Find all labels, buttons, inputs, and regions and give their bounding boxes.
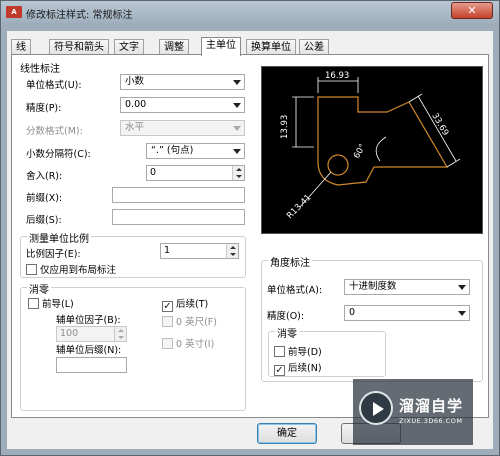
round-off-label: 舍入(R): [26, 171, 63, 182]
trailing-zero-checkbox[interactable]: ✓ 后续(T) [162, 296, 208, 312]
preview-dim-radius: R13.41 [285, 193, 313, 221]
decimal-separator-select[interactable]: “.” (句点) [146, 143, 245, 159]
linear-dimensions-title: 线性标注 [20, 64, 60, 75]
angular-leading-zero-label: 前导(D) [288, 347, 322, 358]
check-icon: ✓ [274, 365, 285, 376]
preview-dim-angle: 60° [352, 142, 368, 160]
window-title: 修改标注样式: 常规标注 [26, 10, 133, 21]
angular-zero-suppression-title: 消零 [275, 325, 299, 340]
tab-alternate-units[interactable]: 换算单位 [246, 39, 296, 55]
fraction-format-label: 分数格式(M): [26, 126, 83, 137]
measurement-scale-title: 测量单位比例 [27, 230, 91, 245]
tab-primary-units[interactable]: 主单位 [201, 37, 241, 56]
angular-precision-label: 精度(O): [267, 311, 305, 322]
angular-trailing-zero-label: 后续(N) [288, 363, 322, 374]
autocad-app-icon: A [6, 6, 22, 18]
angular-unit-format-label: 单位格式(A): [267, 285, 323, 296]
zero-suppression-title: 消零 [27, 281, 51, 296]
preview-dim-diagonal: 33.69 [429, 112, 450, 138]
primary-units-panel: 线性标注 单位格式(U): 小数 精度(P): 0.00 分数格式(M): 水平… [11, 54, 489, 418]
tab-symbols-arrows[interactable]: 符号和箭头 [49, 39, 109, 55]
check-icon: ✓ [162, 301, 173, 312]
precision-value: 0.00 [125, 99, 147, 110]
watermark-name: 溜溜自学 [399, 397, 464, 415]
chevron-down-icon [233, 103, 241, 108]
tab-lines[interactable]: 线 [11, 39, 31, 55]
zero-feet-checkbox[interactable]: 0 英尺(F) [162, 314, 217, 328]
fraction-format-value: 水平 [125, 122, 145, 133]
chevron-down-icon [233, 149, 241, 154]
apply-to-layout-checkbox[interactable]: 仅应用到布局标注 [26, 262, 116, 276]
chevron-down-icon [233, 80, 241, 85]
spinner-arrows-icon[interactable] [232, 166, 244, 180]
angular-unit-format-select[interactable]: 十进制度数 [344, 279, 470, 295]
precision-label: 精度(P): [26, 103, 62, 114]
checkbox-box [162, 316, 173, 327]
unit-format-value: 小数 [125, 76, 145, 87]
leading-zero-label: 前导(L) [42, 299, 74, 310]
chevron-down-icon [233, 126, 241, 131]
ok-button[interactable]: 确定 [257, 423, 317, 444]
sub-units-suffix-input[interactable] [56, 357, 127, 373]
spinner-arrows-icon[interactable] [114, 327, 126, 341]
angular-precision-value: 0 [349, 307, 356, 318]
preview-dim-left: 13.93 [280, 115, 290, 139]
angular-dimensions-title: 角度标注 [268, 254, 312, 269]
watermark-logo: 溜溜自学 ZIXUE.3D66.COM [353, 379, 473, 445]
suffix-label: 后缀(S): [26, 215, 62, 226]
zero-inches-label: 0 英寸(I) [176, 339, 215, 350]
checkbox-box [28, 298, 39, 309]
checkbox-box [26, 264, 37, 275]
tab-fit[interactable]: 调整 [159, 39, 189, 55]
zero-inches-checkbox[interactable]: 0 英寸(I) [162, 336, 214, 350]
spinner-arrows-icon[interactable] [226, 244, 238, 258]
preview-dim-top: 16.93 [325, 71, 349, 81]
apply-to-layout-label: 仅应用到布局标注 [40, 265, 117, 276]
angular-precision-select[interactable]: 0 [344, 305, 470, 321]
angular-unit-format-value: 十进制度数 [349, 281, 397, 292]
unit-format-label: 单位格式(U): [26, 80, 82, 91]
preview-drawing: 16.93 13.93 33.69 60° R13.41 [280, 71, 461, 221]
watermark-url: ZIXUE.3D66.COM [399, 417, 463, 425]
angular-trailing-zero-checkbox[interactable]: ✓ 后续(N) [274, 360, 322, 376]
scale-factor-label: 比例因子(E): [26, 249, 81, 260]
sub-units-factor-label: 辅单位因子(B): [56, 315, 121, 326]
checkbox-box [162, 338, 173, 349]
unit-format-select[interactable]: 小数 [120, 74, 245, 90]
close-button[interactable]: ✕ [451, 2, 493, 19]
checkbox-box [274, 346, 285, 357]
fraction-format-select[interactable]: 水平 [120, 120, 245, 136]
tab-text[interactable]: 文字 [114, 39, 144, 55]
chevron-down-icon [458, 311, 466, 316]
sub-units-factor-value: 100 [60, 328, 79, 339]
dialog-window: A 修改标注样式: 常规标注 ✕ 线 符号和箭头 文字 调整 主单位 换算单位 … [0, 0, 500, 456]
trailing-zero-label: 后续(T) [176, 299, 209, 310]
decimal-separator-value: “.” (句点) [151, 145, 194, 156]
leading-zero-checkbox[interactable]: 前导(L) [28, 296, 74, 310]
tab-strip: 线 符号和箭头 文字 调整 主单位 换算单位 公差 [11, 37, 489, 56]
prefix-label: 前缀(X): [26, 193, 63, 204]
precision-select[interactable]: 0.00 [120, 97, 245, 113]
dimension-preview: 16.93 13.93 33.69 60° R13.41 [261, 66, 483, 234]
sub-units-factor-stepper[interactable]: 100 [56, 326, 127, 342]
scale-factor-value: 1 [164, 245, 171, 256]
angular-leading-zero-checkbox[interactable]: 前导(D) [274, 344, 322, 358]
chevron-down-icon [458, 285, 466, 290]
sub-units-suffix-label: 辅单位后缀(N): [56, 345, 122, 356]
round-off-value: 0 [150, 167, 157, 178]
decimal-separator-label: 小数分隔符(C): [26, 149, 91, 160]
prefix-input[interactable] [112, 187, 245, 203]
play-icon [359, 391, 393, 425]
zero-feet-label: 0 英尺(F) [176, 317, 217, 328]
tab-tolerances[interactable]: 公差 [299, 39, 329, 55]
suffix-input[interactable] [112, 209, 245, 225]
title-bar[interactable]: A 修改标注样式: 常规标注 ✕ [1, 1, 499, 23]
round-off-stepper[interactable]: 0 [146, 165, 245, 181]
scale-factor-stepper[interactable]: 1 [160, 243, 239, 259]
